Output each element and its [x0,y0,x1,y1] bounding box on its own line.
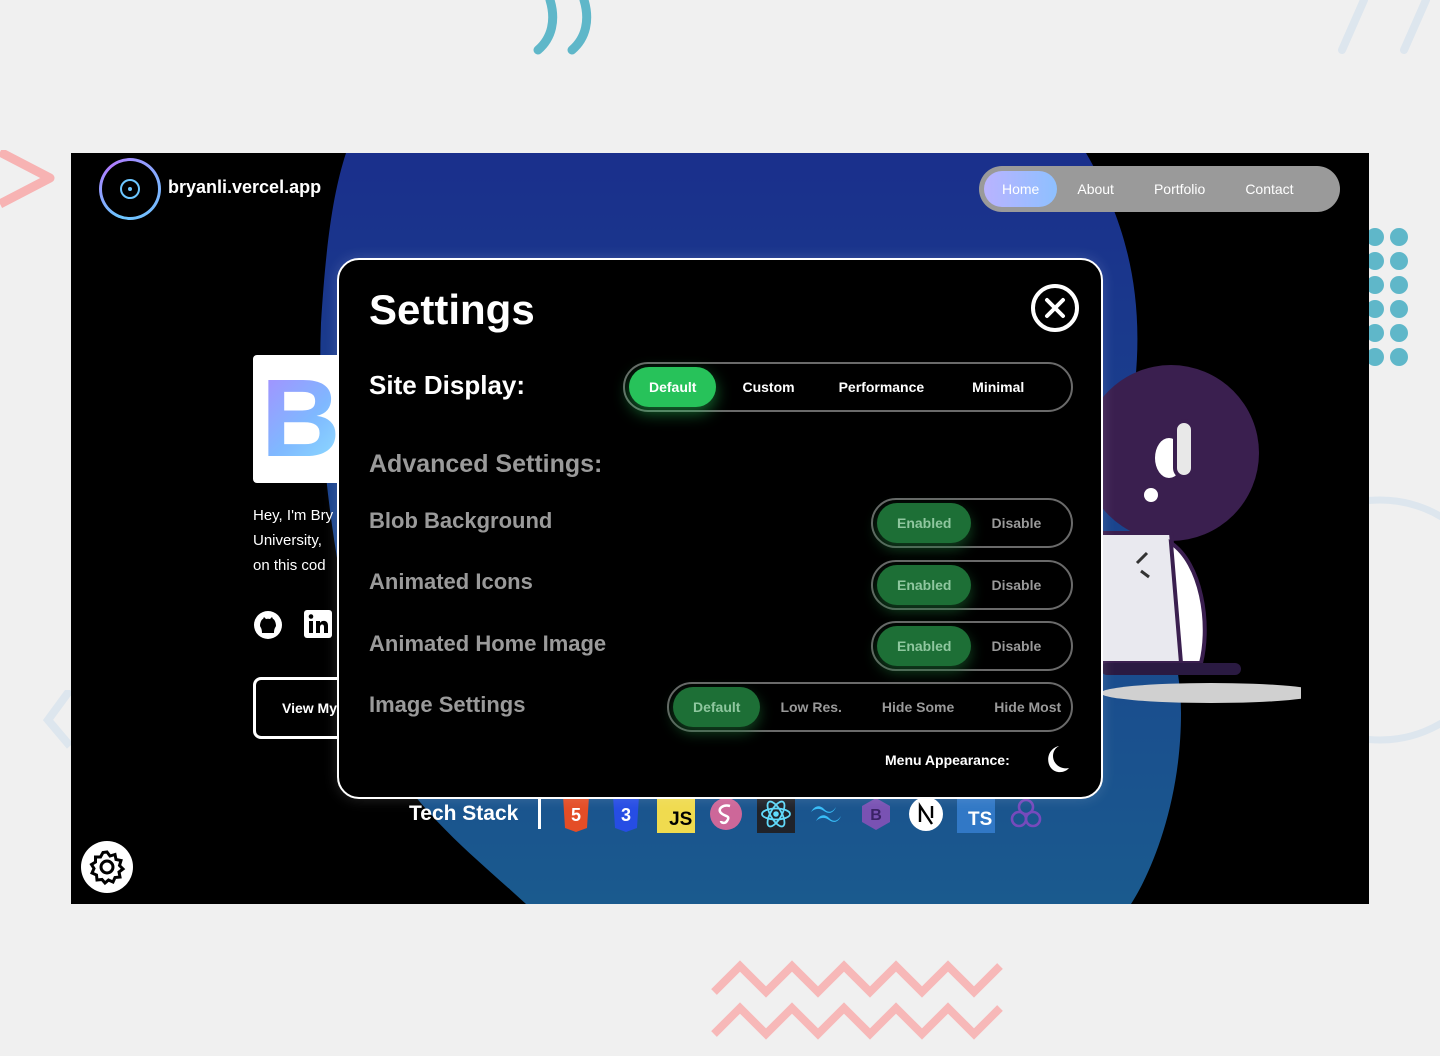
blob-background-enabled[interactable]: Enabled [877,503,972,543]
site-display-performance[interactable]: Performance [817,367,947,407]
animated-icons-enabled[interactable]: Enabled [877,565,972,605]
animated-icons-label: Animated Icons [369,569,533,594]
top-nav: Home About Portfolio Contact [979,166,1340,212]
bootstrap-icon: B [857,795,895,833]
site-display-selector: Default Custom Performance Minimal [623,362,1073,412]
image-settings-default[interactable]: Default [673,687,761,727]
site-display-minimal[interactable]: Minimal [946,367,1044,407]
tech-stack-title: Tech Stack [409,802,519,825]
javascript-icon: JS [657,795,696,833]
nav-item-about[interactable]: About [1057,171,1134,207]
image-settings-hide-some[interactable]: Hide Some [862,687,974,727]
animated-home-image-toggle: Enabled Disable [871,621,1073,671]
image-settings-selector: Default Low Res. Hide Some Hide Most [667,682,1073,732]
decorative-zigzag-icon [711,960,1003,1040]
close-icon [1045,298,1065,318]
gear-icon [89,850,126,886]
blob-background-disable[interactable]: Disable [971,503,1061,543]
settings-title: Settings [369,286,535,333]
svg-text:B: B [871,807,883,824]
react-icon [757,795,796,833]
blob-background-toggle: Enabled Disable [871,498,1073,548]
blob-background-label: Blob Background [369,508,553,533]
hero-initial: B [261,357,341,480]
linkedin-icon[interactable] [303,609,333,639]
site-display-custom[interactable]: Custom [716,367,816,407]
nav-item-home[interactable]: Home [984,171,1058,207]
animated-home-image-enabled[interactable]: Enabled [877,626,972,666]
tech-stack-divider [538,799,542,829]
decorative-swoosh-icon [533,0,592,55]
site-logo[interactable] [99,158,161,220]
decorative-chevron-icon [0,150,55,208]
animated-home-image-disable[interactable]: Disable [971,626,1061,666]
nav-item-portfolio[interactable]: Portfolio [1134,171,1225,207]
image-settings-hide-most[interactable]: Hide Most [974,687,1081,727]
settings-modal: Settings Site Display: Default Custom Pe… [337,258,1103,799]
advanced-settings-title: Advanced Settings: [369,450,603,478]
sass-icon [707,795,745,833]
image-settings-label: Image Settings [369,692,526,717]
nextjs-icon [907,795,945,833]
menu-appearance-label: Menu Appearance: [885,752,1010,768]
image-settings-low-res[interactable]: Low Res. [760,687,861,727]
decorative-dots [1366,228,1408,366]
tailwind-icon [807,795,845,833]
astronaut-illustration [1101,365,1301,703]
typescript-icon: TS [957,795,996,833]
animated-icons-disable[interactable]: Disable [971,565,1061,605]
animated-home-image-label: Animated Home Image [369,631,607,656]
redux-icon [1007,795,1045,833]
tech-stack: Tech Stack 5 3 JS B TS [409,795,1045,833]
animated-icons-toggle: Enabled Disable [871,560,1073,610]
settings-gear-button[interactable] [81,841,133,893]
css3-icon: 3 [607,795,645,833]
svg-text:3: 3 [621,805,631,825]
html5-icon: 5 [557,795,595,833]
moon-icon[interactable] [1039,744,1071,776]
site-name[interactable]: bryanli.vercel.app [168,177,321,198]
nav-item-contact[interactable]: Contact [1225,171,1313,207]
decorative-slash-icon [1338,0,1430,54]
github-icon[interactable] [252,609,284,641]
site-display-default[interactable]: Default [629,367,717,407]
svg-text:5: 5 [571,805,581,825]
site-display-label: Site Display: [369,370,526,400]
close-button[interactable] [1031,284,1079,332]
